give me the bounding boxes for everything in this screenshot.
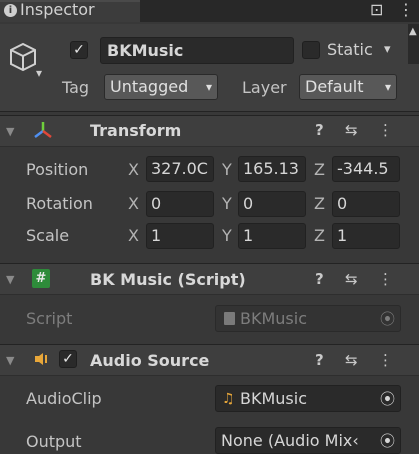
- script-menu-icon[interactable]: ⋮: [378, 270, 393, 288]
- scroll-up-arrow[interactable]: ▲: [409, 26, 417, 37]
- script-field-label: Script: [26, 309, 73, 328]
- transform-preset-icon[interactable]: ⇆: [345, 121, 358, 139]
- output-label: Output: [26, 432, 82, 451]
- audioclip-label: AudioClip: [26, 389, 102, 408]
- scale-z-field[interactable]: 1: [332, 223, 400, 249]
- output-target-icon[interactable]: ⦿: [380, 429, 395, 453]
- layer-value: Default: [305, 77, 364, 96]
- position-label: Position: [26, 160, 89, 179]
- script-field-value: BKMusic: [240, 309, 307, 328]
- position-z-field[interactable]: -344.5: [332, 156, 400, 182]
- audio-menu-icon[interactable]: ⋮: [378, 351, 393, 369]
- transform-axes-icon: [34, 122, 52, 138]
- active-checkbox[interactable]: ✓: [70, 41, 88, 59]
- info-icon: i: [4, 4, 17, 17]
- audio-foldout-arrow[interactable]: ▼: [6, 354, 14, 367]
- tab-inspector-label: Inspector: [20, 0, 95, 19]
- audio-source-title: Audio Source: [90, 351, 210, 370]
- transform-title: Transform: [90, 121, 182, 140]
- rotation-x-field[interactable]: 0: [146, 191, 214, 217]
- csharp-script-icon: #: [32, 269, 50, 288]
- gameobject-cube-icon[interactable]: [6, 40, 40, 74]
- audio-preset-icon[interactable]: ⇆: [345, 351, 358, 369]
- tag-label: Tag: [62, 78, 90, 97]
- transform-help-icon[interactable]: ?: [315, 121, 324, 139]
- audio-help-icon[interactable]: ?: [315, 351, 324, 369]
- audioclip-value: BKMusic: [240, 389, 307, 408]
- rotation-y-label[interactable]: Y: [222, 193, 232, 215]
- scale-x-label[interactable]: X: [128, 225, 139, 247]
- layer-dropdown[interactable]: Default ▾: [299, 74, 397, 100]
- script-file-icon: [224, 312, 235, 325]
- position-x-label[interactable]: X: [128, 159, 139, 181]
- script-object-field[interactable]: BKMusic ⦿: [215, 305, 401, 332]
- layer-label: Layer: [242, 78, 287, 97]
- static-checkbox[interactable]: [302, 41, 320, 59]
- rotation-z-label[interactable]: Z: [314, 193, 325, 215]
- position-y-field[interactable]: 165.13: [238, 156, 306, 182]
- scale-y-label[interactable]: Y: [222, 225, 232, 247]
- output-value: None (Audio Mix‹: [221, 431, 359, 450]
- lock-icon[interactable]: ⊡: [370, 0, 383, 20]
- script-foldout-arrow[interactable]: ▼: [6, 273, 14, 286]
- output-object-field[interactable]: None (Audio Mix‹ ⦿: [215, 427, 401, 454]
- rotation-x-label[interactable]: X: [128, 193, 139, 215]
- position-x-field[interactable]: 327.0C: [146, 156, 214, 182]
- tag-caret: ▾: [205, 80, 212, 94]
- static-dropdown-caret[interactable]: ▾: [384, 38, 391, 62]
- tag-dropdown[interactable]: Untagged ▾: [104, 74, 218, 100]
- position-y-label[interactable]: Y: [222, 159, 232, 181]
- scale-y-field[interactable]: 1: [238, 223, 306, 249]
- script-target-icon[interactable]: ⦿: [380, 307, 395, 331]
- scale-x-field[interactable]: 1: [146, 223, 214, 249]
- script-preset-icon[interactable]: ⇆: [345, 270, 358, 288]
- audioclip-object-field[interactable]: ♫ BKMusic ⦿: [215, 385, 401, 412]
- speaker-icon: [35, 353, 47, 365]
- scale-z-label[interactable]: Z: [314, 225, 325, 247]
- scale-label: Scale: [26, 226, 70, 245]
- transform-foldout-arrow[interactable]: ▼: [6, 125, 14, 138]
- audioclip-target-icon[interactable]: ⦿: [380, 387, 395, 411]
- script-help-icon[interactable]: ?: [315, 270, 324, 288]
- icon-dropdown-caret[interactable]: ▾: [36, 66, 42, 80]
- position-z-label[interactable]: Z: [314, 159, 325, 181]
- transform-menu-icon[interactable]: ⋮: [378, 121, 393, 139]
- music-note-icon: ♫: [222, 391, 235, 407]
- object-name-field[interactable]: BKMusic: [100, 37, 294, 64]
- rotation-y-field[interactable]: 0: [238, 191, 306, 217]
- rotation-z-field[interactable]: 0: [332, 191, 400, 217]
- rotation-label: Rotation: [26, 194, 93, 213]
- tab-menu-icon[interactable]: ⋮: [398, 0, 414, 20]
- layer-caret: ▾: [384, 80, 391, 94]
- audio-enabled-checkbox[interactable]: ✓: [59, 350, 77, 368]
- static-label: Static: [327, 40, 373, 59]
- tag-value: Untagged: [110, 77, 189, 96]
- script-component-title: BK Music (Script): [90, 270, 246, 289]
